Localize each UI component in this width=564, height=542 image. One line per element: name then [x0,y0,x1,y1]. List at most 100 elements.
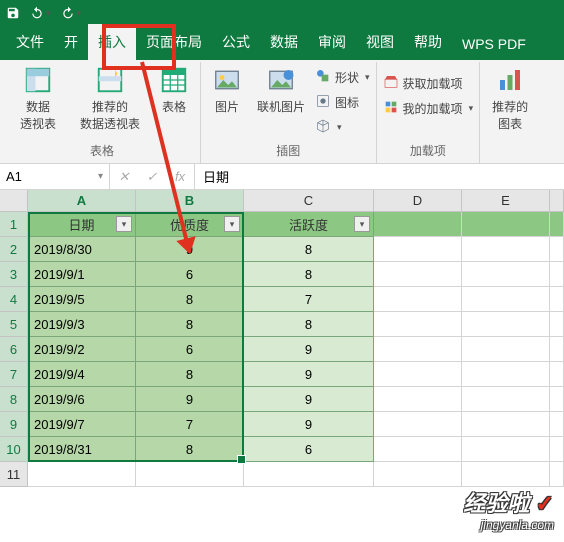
name-box[interactable]: A1 [0,164,110,189]
cell[interactable] [462,312,550,337]
row-header[interactable]: 1 [0,212,28,237]
filter-button[interactable]: ▾ [224,216,240,232]
cell[interactable] [374,412,462,437]
cell[interactable]: 9 [136,387,244,412]
tab-pagelayout[interactable]: 页面布局 [136,24,212,60]
row-header[interactable]: 3 [0,262,28,287]
recommended-charts-button[interactable]: 推荐的 图表 [486,64,534,132]
cell[interactable]: 8 [244,237,374,262]
cell[interactable] [374,387,462,412]
tab-home[interactable]: 开 [54,24,88,60]
tab-view[interactable]: 视图 [356,24,404,60]
cell[interactable]: 9 [244,337,374,362]
cell[interactable] [374,262,462,287]
table-button[interactable]: 表格 [154,64,194,132]
cell[interactable]: 8 [244,262,374,287]
cell[interactable]: 8 [136,437,244,462]
cancel-button[interactable]: ✕ [110,169,138,185]
cell[interactable] [462,337,550,362]
col-header-A[interactable]: A [28,190,136,211]
table-header-cell[interactable]: 优质度 ▾ [136,212,244,237]
cell[interactable] [550,412,564,437]
cell[interactable] [28,462,136,487]
col-header-F[interactable] [550,190,564,211]
cell[interactable] [374,462,462,487]
col-header-B[interactable]: B [136,190,244,211]
col-header-C[interactable]: C [244,190,374,211]
tab-review[interactable]: 审阅 [308,24,356,60]
cell[interactable]: 2019/9/5 [28,287,136,312]
cell[interactable] [462,237,550,262]
cell[interactable] [374,287,462,312]
pictures-button[interactable]: 图片 [207,64,247,137]
row-header[interactable]: 8 [0,387,28,412]
cell[interactable]: 9 [244,387,374,412]
cell[interactable]: 6 [136,262,244,287]
tab-help[interactable]: 帮助 [404,24,452,60]
3dmodels-button[interactable]: ▾ [315,118,370,137]
cell[interactable] [374,237,462,262]
table-header-cell[interactable]: 活跃度 ▾ [244,212,374,237]
row-header[interactable]: 9 [0,412,28,437]
cell[interactable] [550,312,564,337]
row-header[interactable]: 5 [0,312,28,337]
row-header[interactable]: 11 [0,462,28,487]
cell[interactable]: 8 [136,312,244,337]
filter-button[interactable]: ▾ [116,216,132,232]
pivottable-button[interactable]: 数据 透视表 [10,64,66,132]
cell[interactable] [550,462,564,487]
cell[interactable] [374,212,462,237]
cell[interactable]: 9 [244,362,374,387]
cell[interactable] [462,462,550,487]
undo-button[interactable]: ▾ [30,6,51,20]
table-header-cell[interactable]: 日期 ▾ [28,212,136,237]
save-button[interactable] [6,6,20,20]
cell[interactable] [374,362,462,387]
tab-wpspdf[interactable]: WPS PDF [452,28,536,60]
cell[interactable]: 9 [244,412,374,437]
cell[interactable] [550,287,564,312]
cell[interactable] [462,412,550,437]
cell[interactable]: 2019/9/3 [28,312,136,337]
cell[interactable] [462,387,550,412]
redo-button[interactable]: ▾ [61,6,82,20]
cell[interactable]: 7 [136,412,244,437]
get-addins-button[interactable]: 获取加载项 [383,74,474,93]
cell[interactable]: 2019/9/2 [28,337,136,362]
cell[interactable] [550,337,564,362]
row-header[interactable]: 2 [0,237,28,262]
tab-data[interactable]: 数据 [260,24,308,60]
tab-file[interactable]: 文件 [6,24,54,60]
cell[interactable]: 8 [244,312,374,337]
tab-formulas[interactable]: 公式 [212,24,260,60]
cell[interactable] [550,387,564,412]
cell[interactable] [136,462,244,487]
cell[interactable] [550,212,564,237]
icons-button[interactable]: 图标 [315,93,370,112]
cell[interactable] [374,337,462,362]
cell[interactable] [550,437,564,462]
enter-button[interactable]: ✓ [138,169,166,185]
row-header[interactable]: 7 [0,362,28,387]
cell[interactable]: 2019/9/7 [28,412,136,437]
cell[interactable]: 8 [136,287,244,312]
cell[interactable] [462,212,550,237]
cell[interactable]: 2019/9/6 [28,387,136,412]
cell[interactable]: 6 [244,437,374,462]
cell[interactable] [550,237,564,262]
cell[interactable]: 2019/9/4 [28,362,136,387]
online-pictures-button[interactable]: 联机图片 [255,64,307,137]
cell[interactable] [374,437,462,462]
cell[interactable] [462,362,550,387]
row-header[interactable]: 6 [0,337,28,362]
cell[interactable] [462,262,550,287]
filter-button[interactable]: ▾ [354,216,370,232]
row-header[interactable]: 4 [0,287,28,312]
cell[interactable]: 2019/8/31 [28,437,136,462]
cell[interactable] [462,287,550,312]
shapes-button[interactable]: 形状▾ [315,68,370,87]
my-addins-button[interactable]: 我的加载项▾ [383,99,474,118]
row-header[interactable]: 10 [0,437,28,462]
select-all-corner[interactable] [0,190,28,211]
cell[interactable]: 7 [244,287,374,312]
